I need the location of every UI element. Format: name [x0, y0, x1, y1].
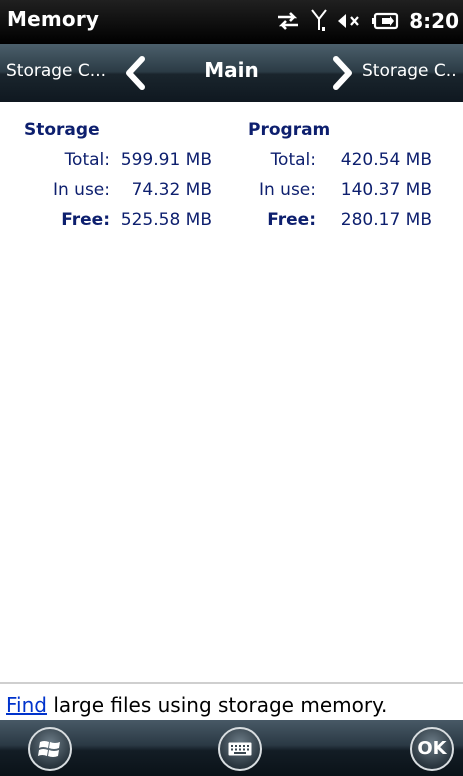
program-inuse-value: 140.37 MB	[340, 180, 432, 200]
storage-free-value: 525.58 MB	[120, 210, 212, 230]
signal-antenna-icon	[311, 9, 328, 31]
sync-arrows-icon	[278, 12, 299, 30]
storage-heading: Storage	[24, 120, 100, 140]
softkey-bar: OK	[0, 720, 463, 776]
battery-charging-icon	[372, 12, 399, 30]
keyboard-button[interactable]	[218, 727, 262, 771]
find-link[interactable]: Find	[6, 693, 47, 717]
next-page-label[interactable]: Storage C..	[362, 61, 457, 81]
storage-inuse-label: In use:	[52, 180, 110, 200]
footer-divider	[0, 682, 463, 684]
speaker-muted-icon	[338, 14, 360, 28]
footer-message: Find large files using storage memory.	[6, 693, 387, 717]
status-icons[interactable]: 8:20	[275, 6, 459, 36]
app-title: Memory	[7, 7, 100, 31]
program-inuse-label: In use:	[258, 180, 316, 200]
footer-message-text: large files using storage memory.	[46, 693, 388, 717]
pager-bar: Storage C... Main Storage C..	[0, 44, 463, 102]
storage-total-value: 599.91 MB	[120, 150, 212, 170]
ok-button[interactable]: OK	[410, 727, 454, 771]
program-total-value: 420.54 MB	[340, 150, 432, 170]
chevron-right-icon[interactable]	[330, 56, 356, 90]
program-total-label: Total:	[270, 150, 316, 170]
ok-button-label: OK	[417, 738, 447, 759]
program-heading: Program	[248, 120, 331, 140]
storage-total-label: Total:	[64, 150, 110, 170]
keyboard-icon	[228, 742, 252, 756]
clock: 8:20	[409, 9, 459, 33]
start-button[interactable]	[28, 727, 72, 771]
program-free-value: 280.17 MB	[340, 210, 432, 230]
storage-inuse-value: 74.32 MB	[131, 180, 212, 200]
windows-start-icon	[38, 741, 60, 757]
title-bar: Memory 8:20	[0, 0, 463, 44]
memory-content: Storage Total: 599.91 MB In use: 74.32 M…	[0, 102, 463, 682]
program-free-label: Free:	[267, 210, 316, 230]
storage-free-label: Free:	[61, 210, 110, 230]
